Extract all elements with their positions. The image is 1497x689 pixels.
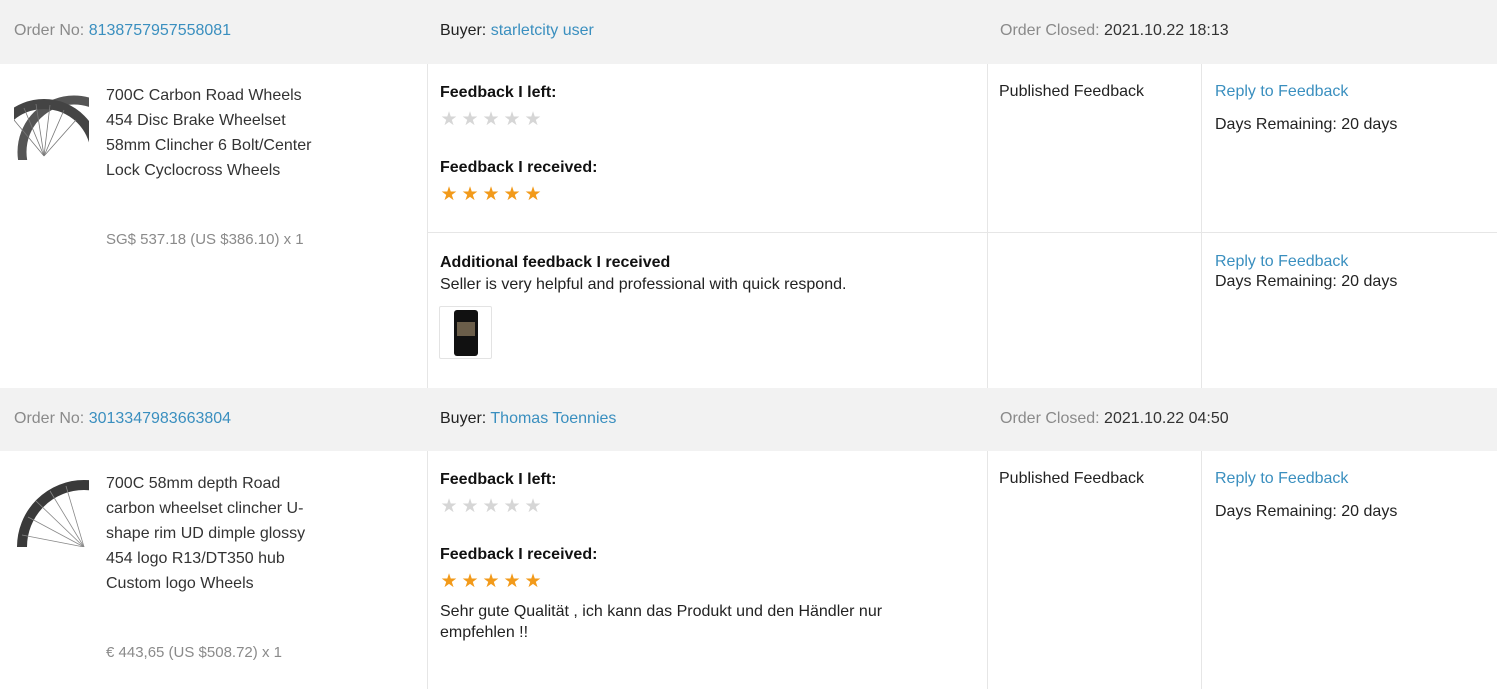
star-icon: ★ <box>440 496 458 517</box>
star-icon: ★ <box>440 571 458 592</box>
feedback-photo-thumbnail[interactable] <box>439 306 492 359</box>
order-block: Order No: 8138757957558081 Buyer: starle… <box>0 0 1497 388</box>
feedback-received-label: Feedback I received: <box>440 159 598 176</box>
reply-to-feedback-link[interactable]: Reply to Feedback <box>1215 253 1348 271</box>
feedback-received-stars: ★ ★ ★ ★ ★ <box>440 185 542 204</box>
order-number: Order No: 3013347983663804 <box>14 410 231 428</box>
days-remaining: Days Remaining: 20 days <box>1215 273 1398 290</box>
order-closed-label: Order Closed: <box>1000 410 1100 427</box>
order-header: Order No: 8138757957558081 Buyer: starle… <box>0 0 1497 64</box>
order-number-link[interactable]: 8138757957558081 <box>89 22 231 39</box>
order-number-link[interactable]: 3013347983663804 <box>89 410 231 427</box>
star-icon: ★ <box>461 496 479 517</box>
order-number: Order No: 8138757957558081 <box>14 22 231 40</box>
order-block: Order No: 3013347983663804 Buyer: Thomas… <box>0 388 1497 689</box>
star-icon: ★ <box>524 184 542 205</box>
order-closed: Order Closed: 2021.10.22 18:13 <box>1000 22 1229 40</box>
product-image[interactable] <box>14 90 89 160</box>
buyer: Buyer: Thomas Toennies <box>440 410 616 428</box>
product-image[interactable] <box>14 477 89 547</box>
additional-feedback-text: Seller is very helpful and professional … <box>440 276 847 293</box>
buyer-link[interactable]: Thomas Toennies <box>490 410 616 427</box>
order-number-label: Order No: <box>14 22 85 39</box>
order-body: 700C Carbon Road Wheels 454 Disc Brake W… <box>0 64 1497 388</box>
additional-feedback-label: Additional feedback I received <box>440 254 671 271</box>
star-icon: ★ <box>503 184 521 205</box>
feedback-received-label: Feedback I received: <box>440 546 598 563</box>
order-number-label: Order No: <box>14 410 85 427</box>
star-icon: ★ <box>524 571 542 592</box>
star-icon: ★ <box>482 571 500 592</box>
product-title[interactable]: 700C Carbon Road Wheels 454 Disc Brake W… <box>106 83 321 183</box>
buyer-label: Buyer: <box>440 22 487 39</box>
star-icon: ★ <box>524 496 542 517</box>
reply-to-feedback-link[interactable]: Reply to Feedback <box>1215 470 1348 488</box>
star-icon: ★ <box>482 109 500 130</box>
order-closed: Order Closed: 2021.10.22 04:50 <box>1000 410 1229 428</box>
order-closed-date: 2021.10.22 04:50 <box>1104 410 1229 427</box>
star-icon: ★ <box>503 571 521 592</box>
order-closed-label: Order Closed: <box>1000 22 1100 39</box>
star-icon: ★ <box>482 184 500 205</box>
feedback-left-stars: ★ ★ ★ ★ ★ <box>440 497 542 516</box>
star-icon: ★ <box>482 496 500 517</box>
star-icon: ★ <box>503 496 521 517</box>
star-icon: ★ <box>503 109 521 130</box>
feedback-received-stars: ★ ★ ★ ★ ★ <box>440 572 542 591</box>
star-icon: ★ <box>461 184 479 205</box>
product-price: € 443,65 (US $508.72) x 1 <box>106 644 282 661</box>
order-closed-date: 2021.10.22 18:13 <box>1104 22 1229 39</box>
days-remaining: Days Remaining: 20 days <box>1215 116 1398 133</box>
buyer-link[interactable]: starletcity user <box>491 22 594 39</box>
feedback-status: Published Feedback <box>999 470 1144 487</box>
buyer-label: Buyer: <box>440 410 487 427</box>
feedback-left-stars: ★ ★ ★ ★ ★ <box>440 110 542 129</box>
star-icon: ★ <box>524 109 542 130</box>
product-price: SG$ 537.18 (US $386.10) x 1 <box>106 231 304 248</box>
star-icon: ★ <box>440 184 458 205</box>
order-header: Order No: 3013347983663804 Buyer: Thomas… <box>0 388 1497 451</box>
feedback-left-label: Feedback I left: <box>440 84 557 101</box>
feedback-status: Published Feedback <box>999 83 1144 100</box>
feedback-left-label: Feedback I left: <box>440 471 557 488</box>
reply-to-feedback-link[interactable]: Reply to Feedback <box>1215 83 1348 101</box>
order-body: 700C 58mm depth Road carbon wheelset cli… <box>0 451 1497 689</box>
star-icon: ★ <box>440 109 458 130</box>
feedback-received-text: Sehr gute Qualität , ich kann das Produk… <box>440 603 883 641</box>
days-remaining: Days Remaining: 20 days <box>1215 503 1398 520</box>
buyer: Buyer: starletcity user <box>440 22 594 40</box>
star-icon: ★ <box>461 571 479 592</box>
product-title[interactable]: 700C 58mm depth Road carbon wheelset cli… <box>106 471 321 596</box>
star-icon: ★ <box>461 109 479 130</box>
